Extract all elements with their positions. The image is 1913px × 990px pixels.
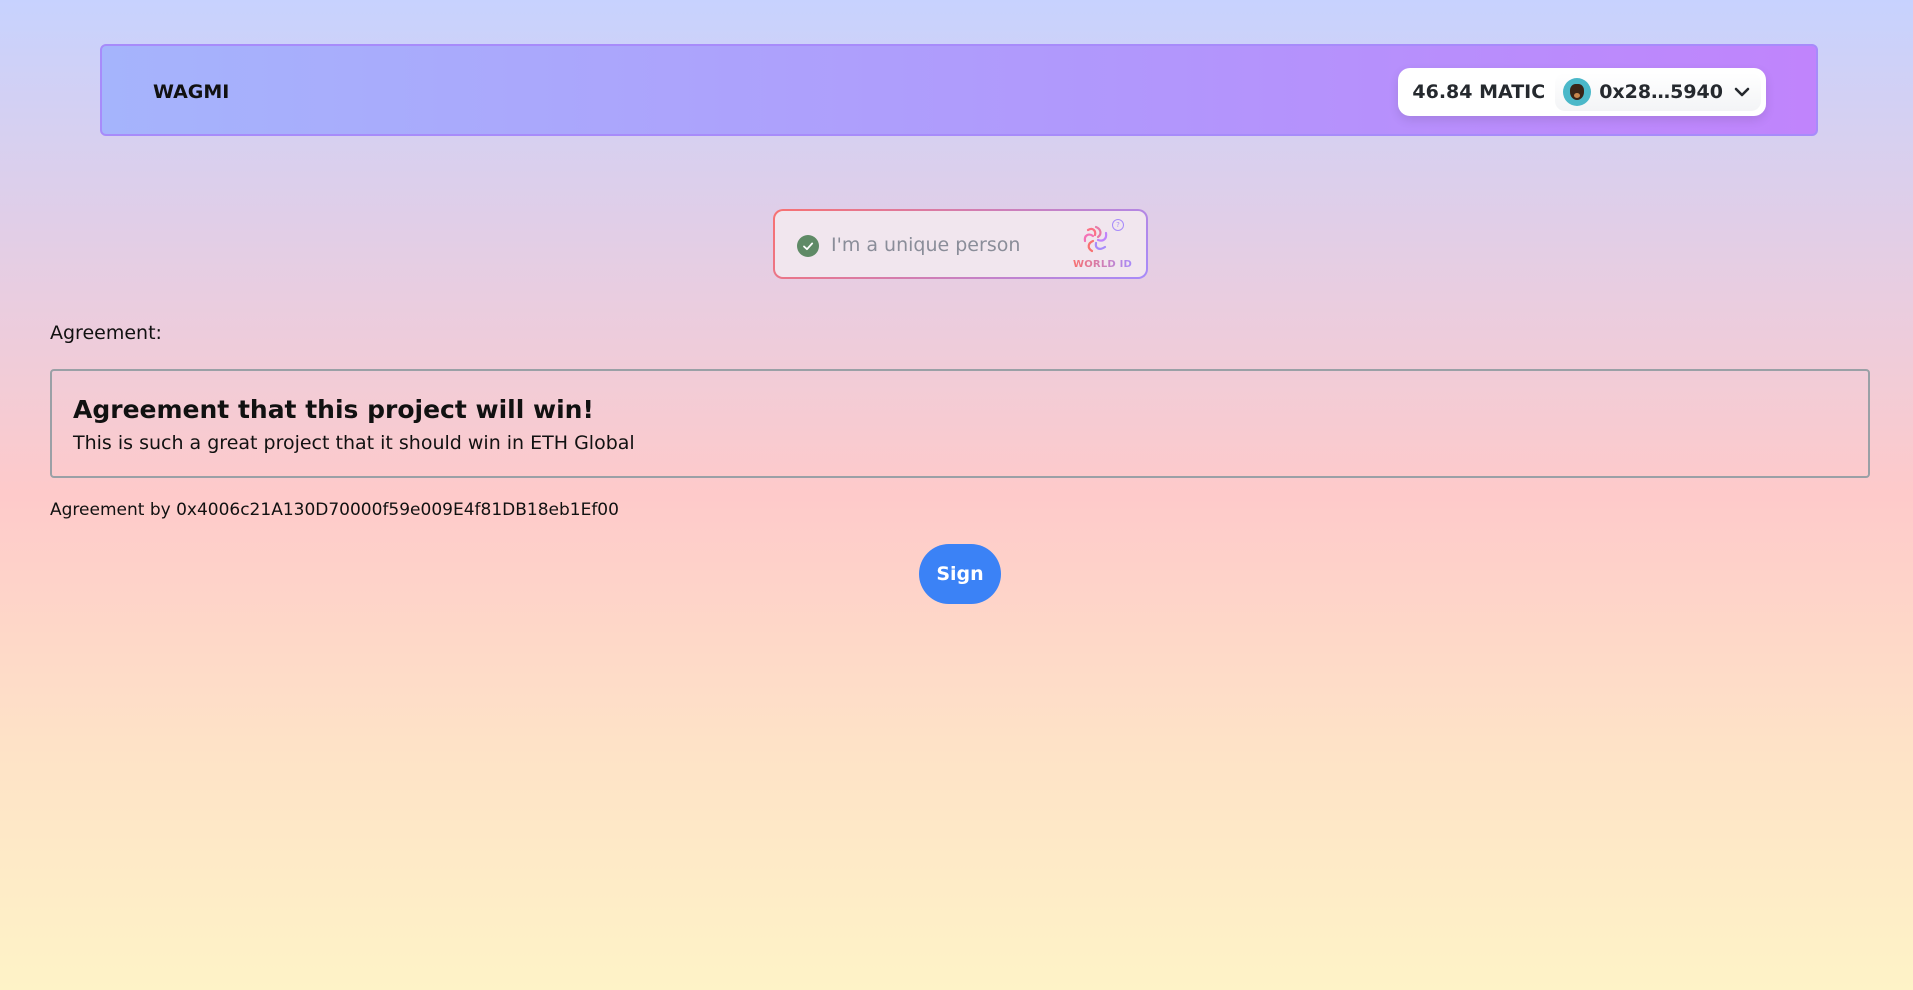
- world-id-label: I'm a unique person: [831, 234, 1021, 256]
- brand-title: WAGMI: [153, 81, 230, 103]
- agreement-title: Agreement that this project will win!: [73, 395, 594, 424]
- sign-button[interactable]: Sign: [919, 544, 1001, 604]
- world-id-widget[interactable]: I'm a unique person ? WORLD ID: [773, 209, 1148, 279]
- agreement-label: Agreement:: [50, 322, 162, 344]
- check-circle-icon: [797, 235, 819, 257]
- world-id-caption: WORLD ID: [1073, 259, 1133, 270]
- agreement-author: Agreement by 0x4006c21A130D70000f59e009E…: [50, 500, 619, 520]
- dog-avatar-icon: [1563, 78, 1592, 106]
- agreement-body: This is such a great project that it sho…: [73, 432, 635, 454]
- help-icon[interactable]: ?: [1112, 219, 1124, 231]
- account-address: 0x28…5940: [1599, 81, 1723, 103]
- worldcoin-logo-icon: [1083, 225, 1108, 253]
- account-button[interactable]: 0x28…5940: [1555, 73, 1761, 111]
- wallet-connect-widget[interactable]: 46.84 MATIC 0x28…5940: [1398, 68, 1766, 116]
- agreement-card: Agreement that this project will win! Th…: [50, 369, 1870, 478]
- top-navbar: WAGMI 46.84 MATIC 0x28…5940: [100, 44, 1818, 136]
- wallet-balance[interactable]: 46.84 MATIC: [1412, 81, 1545, 103]
- chevron-down-icon[interactable]: [1731, 81, 1753, 103]
